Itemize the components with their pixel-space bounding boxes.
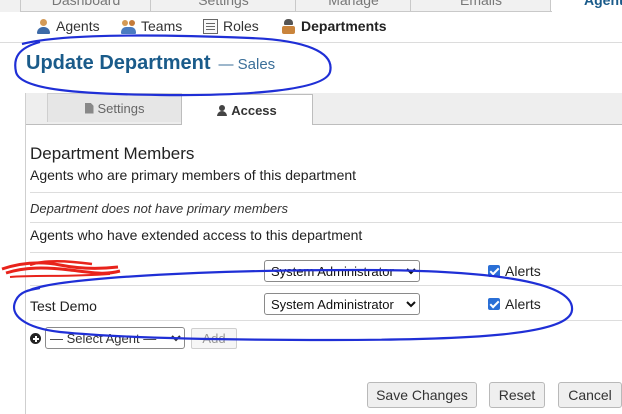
- alerts-checkbox[interactable]: Alerts: [488, 263, 541, 279]
- agent-icon: [36, 18, 51, 34]
- reset-button[interactable]: Reset: [489, 382, 545, 408]
- save-changes-button[interactable]: Save Changes: [367, 382, 477, 408]
- alerts-checkbox[interactable]: Alerts: [488, 296, 541, 312]
- extended-access-label: Agents who have extended access to this …: [30, 227, 363, 243]
- roles-icon: [203, 18, 218, 34]
- tab-dashboard[interactable]: Dashboard: [20, 0, 152, 12]
- tab-agents[interactable]: Agents: [550, 0, 622, 11]
- add-agent-button[interactable]: Add: [191, 328, 237, 349]
- divider: [30, 252, 622, 253]
- subnav-agents-label: Agents: [56, 18, 100, 34]
- tab-settings-top[interactable]: Settings: [150, 0, 297, 12]
- section-heading: Department Members: [30, 144, 195, 163]
- tab-settings[interactable]: Settings: [47, 93, 182, 122]
- top-nav: Dashboard Settings Manage Emails Agents: [0, 0, 622, 12]
- sub-nav: Agents Teams Roles Departments: [0, 12, 622, 43]
- subnav-roles-label: Roles: [223, 18, 259, 34]
- page-title-text: Update Department: [26, 52, 211, 74]
- alerts-label: Alerts: [505, 296, 541, 312]
- plus-circle-icon: [30, 333, 41, 344]
- checkbox-checked-icon[interactable]: [488, 265, 500, 277]
- divider: [30, 192, 622, 193]
- agent-name: Test Demo: [30, 298, 97, 314]
- redaction-scribble: [1, 259, 121, 278]
- subnav-teams[interactable]: Teams: [121, 18, 182, 34]
- subnav-departments-label: Departments: [301, 18, 387, 34]
- divider: [30, 222, 622, 223]
- content-left-border: [25, 93, 26, 414]
- no-primary-members-note: Department does not have primary members: [30, 201, 288, 216]
- tab-settings-label: Settings: [97, 100, 145, 116]
- page-subtitle: — Sales: [218, 56, 276, 73]
- divider: [30, 320, 622, 321]
- divider: [30, 285, 622, 286]
- tab-bar: Settings Access: [26, 93, 622, 125]
- subnav-departments[interactable]: Departments: [281, 18, 387, 34]
- top-nav-edge: [0, 0, 21, 12]
- subnav-roles[interactable]: Roles: [203, 18, 259, 34]
- document-icon: [84, 102, 94, 114]
- page-title: Update Department — Sales: [26, 52, 275, 75]
- team-icon: [121, 19, 136, 34]
- select-agent-dropdown[interactable]: — Select Agent —: [45, 327, 185, 349]
- role-select[interactable]: System Administrator: [264, 293, 420, 315]
- subnav-teams-label: Teams: [141, 18, 183, 34]
- tab-emails[interactable]: Emails: [410, 0, 552, 12]
- role-select[interactable]: System Administrator: [264, 260, 420, 282]
- department-icon: [281, 18, 296, 34]
- user-icon: [217, 104, 228, 116]
- primary-members-label: Agents who are primary members of this d…: [30, 167, 357, 183]
- cancel-button[interactable]: Cancel: [558, 382, 622, 408]
- tab-manage[interactable]: Manage: [295, 0, 412, 12]
- tab-access[interactable]: Access: [181, 94, 313, 125]
- tab-access-label: Access: [231, 102, 277, 118]
- subnav-agents[interactable]: Agents: [36, 18, 100, 34]
- checkbox-checked-icon[interactable]: [488, 298, 500, 310]
- alerts-label: Alerts: [505, 263, 541, 279]
